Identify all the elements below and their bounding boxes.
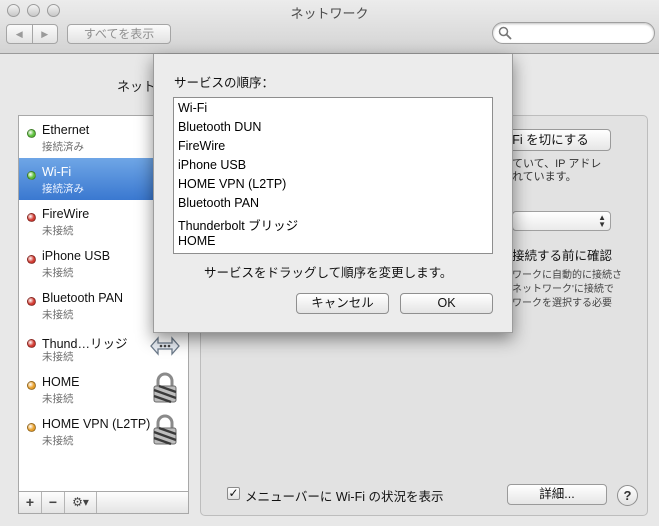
ask-desc-line-1: ワークに自動的に接続さ [512, 270, 622, 281]
service-status: 未接続 [42, 267, 74, 279]
service-name: iPhone USB [42, 249, 111, 263]
service-status: 接続済み [42, 141, 84, 153]
order-list-item[interactable]: iPhone USB [178, 158, 246, 172]
status-dot-icon [27, 171, 36, 180]
show-wifi-in-menubar-checkbox[interactable]: ✓ [227, 487, 240, 500]
service-name: HOME [42, 375, 80, 389]
show-wifi-in-menubar-label: メニューバーに Wi-Fi の状況を表示 [245, 490, 444, 504]
sheet-title: サービスの順序： [174, 76, 275, 90]
remove-service-button[interactable]: − [42, 492, 65, 513]
service-order-list: Wi-Fi Bluetooth DUN FireWire iPhone USB HOME… [173, 97, 493, 254]
ask-desc-line-2: ネットワーク'に接続で [512, 284, 614, 295]
order-list-item[interactable]: FireWire [178, 139, 225, 153]
ok-button[interactable]: OK [400, 293, 493, 314]
ask-desc-line-3: ワークを選択する必要 [512, 298, 612, 309]
back-forward-group: ◀ ▶ [6, 24, 58, 44]
window-title: ネットワーク [290, 6, 369, 21]
search-input[interactable] [492, 22, 655, 44]
up-down-arrows-icon: ▲ ▼ [598, 213, 606, 229]
forward-arrow-icon: ▶ [41, 28, 49, 39]
back-button[interactable]: ◀ [7, 25, 32, 43]
order-list-item[interactable]: Bluetooth DUN [178, 120, 261, 134]
sheet-hint: サービスをドラッグして順序を変更します。 [204, 266, 453, 280]
service-item[interactable]: HOME 未接続 [19, 368, 188, 410]
lock-icon [153, 414, 177, 446]
ask-to-join-label: 接続する前に確認 [512, 249, 613, 263]
service-name: HOME VPN (L2TP) [42, 417, 151, 431]
service-status: 未接続 [42, 435, 74, 447]
order-list-item[interactable]: Wi-Fi [178, 101, 207, 115]
service-status: 接続済み [42, 183, 84, 195]
status-dot-icon [27, 255, 36, 264]
service-status: 未接続 [42, 225, 74, 237]
show-all-button[interactable]: すべてを表示 [67, 24, 171, 44]
window-titlebar: ネットワーク ◀ ▶ すべてを表示 [0, 0, 659, 54]
service-status: 未接続 [42, 393, 74, 405]
advanced-button[interactable]: 詳細... [507, 484, 607, 505]
service-name: Ethernet [42, 123, 90, 137]
back-arrow-icon: ◀ [15, 28, 23, 39]
status-dot-icon [27, 381, 36, 390]
service-name: Wi-Fi [42, 165, 72, 179]
lock-icon [153, 372, 177, 404]
network-name-select[interactable]: ▲ ▼ [512, 211, 611, 231]
service-list-controls: + − ⚙▾ [18, 492, 189, 514]
service-name: Bluetooth PAN [42, 291, 124, 305]
cancel-button[interactable]: キャンセル [296, 293, 389, 314]
order-list-item[interactable]: HOME [178, 234, 216, 248]
status-text-line-2: れています。 [512, 171, 577, 183]
status-dot-icon [27, 423, 36, 432]
forward-button[interactable]: ▶ [31, 25, 58, 43]
order-list-item[interactable]: HOME VPN (L2TP) [178, 177, 286, 191]
status-dot-icon [27, 129, 36, 138]
order-list-item[interactable]: Bluetooth PAN [178, 196, 259, 210]
add-service-button[interactable]: + [19, 492, 42, 513]
status-dot-icon [27, 213, 36, 222]
service-name: FireWire [42, 207, 90, 221]
help-button[interactable]: ? [617, 485, 638, 506]
order-list-item[interactable]: Thunderbolt ブリッジ [178, 215, 298, 234]
service-item[interactable]: HOME VPN (L2TP) 未接続 [19, 410, 188, 452]
service-status: 未接続 [42, 351, 74, 363]
bridge-arrows-icon [150, 336, 180, 356]
search-icon [498, 26, 512, 40]
service-status: 未接続 [42, 309, 74, 321]
status-dot-icon [27, 339, 36, 348]
service-order-sheet: サービスの順序： Wi-Fi Bluetooth DUN FireWire iPhon… [153, 54, 513, 333]
status-dot-icon [27, 297, 36, 306]
gear-menu-button[interactable]: ⚙▾ [65, 492, 97, 513]
